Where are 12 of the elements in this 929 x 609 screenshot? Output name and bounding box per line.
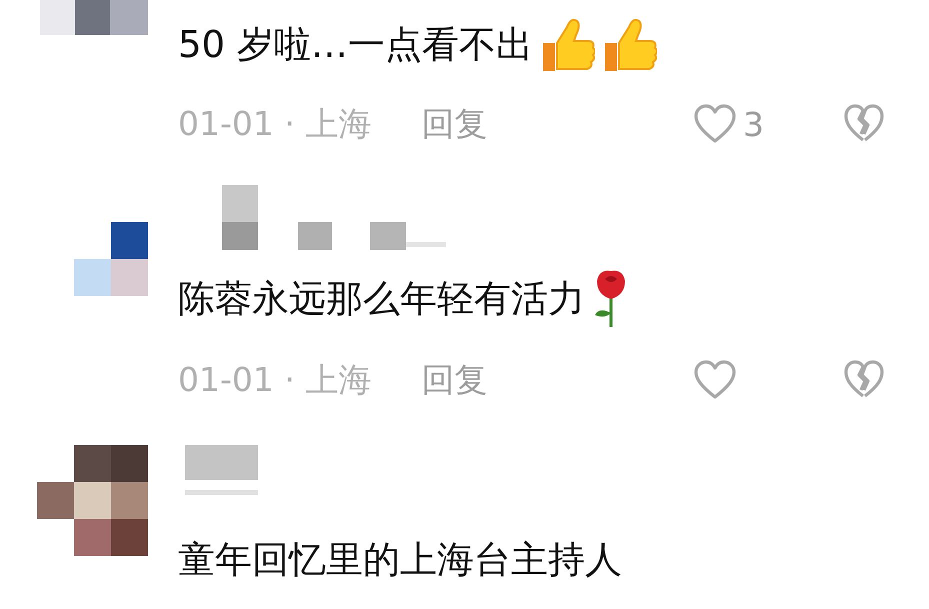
comment-text: 童年回忆里的上海台主持人: [178, 537, 622, 583]
comment-date-location: 01-01 · 上海: [178, 102, 372, 144]
heart-icon[interactable]: [693, 104, 737, 144]
broken-heart-icon[interactable]: [843, 104, 885, 144]
reply-link[interactable]: 回复: [421, 102, 488, 146]
heart-icon[interactable]: [693, 360, 737, 400]
reply-link[interactable]: 回复: [421, 358, 488, 402]
comment-date-location: 01-01 · 上海: [178, 358, 372, 400]
comment-text: 陈蓉永远那么年轻有活力: [178, 276, 585, 322]
broken-heart-icon[interactable]: [843, 360, 885, 400]
like-count: 3: [743, 104, 764, 144]
comment-text: 50 岁啦…一点看不出: [178, 22, 533, 68]
